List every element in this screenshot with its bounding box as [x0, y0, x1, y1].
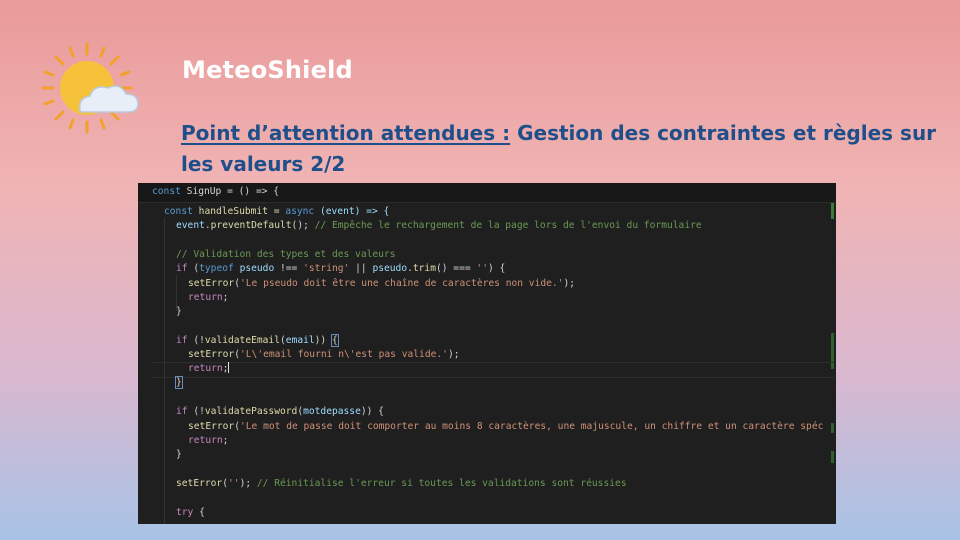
code-line: } — [176, 306, 182, 317]
code-line: event.preventDefault(); // Empêche le re… — [176, 220, 702, 231]
sun-cloud-icon — [41, 42, 139, 134]
code-line: if (!validateEmail(email)) { — [176, 334, 339, 347]
code-line: const handleSubmit = async (event) => { — [164, 206, 390, 217]
code-line: return; — [188, 435, 229, 446]
change-marker — [831, 423, 834, 433]
current-line-highlight — [152, 362, 834, 378]
text-caret — [228, 362, 230, 373]
code-line: return; — [188, 362, 230, 374]
change-marker — [831, 451, 834, 463]
code-line: setError(''); // Réinitialise l'erreur s… — [176, 478, 627, 489]
code-line: setError('Le mot de passe doit comporter… — [188, 421, 824, 432]
heading-underlined: Point d’attention attendues : — [181, 121, 511, 145]
code-line: if (!validatePassword(motdepasse)) { — [176, 406, 384, 417]
code-line: const SignUp = () => { — [152, 186, 280, 197]
brand-name: MeteoShield — [182, 56, 353, 84]
code-line: } — [176, 449, 182, 460]
code-line: // Validation des types et des valeurs — [176, 249, 396, 260]
code-line: setError('L\'email fourni n\'est pas val… — [188, 349, 460, 360]
code-line: try { — [176, 507, 205, 518]
code-line: return; — [188, 292, 229, 303]
slide-heading: Point d’attention attendues : Gestion de… — [181, 118, 951, 180]
code-line: if (typeof pseudo !== 'string' || pseudo… — [176, 263, 506, 274]
change-marker — [831, 203, 834, 219]
code-editor: const SignUp = () => { const handleSubmi… — [138, 183, 836, 524]
code-line: setError('Le pseudo doit être une chaîne… — [188, 278, 576, 289]
code-line: } — [175, 376, 183, 389]
